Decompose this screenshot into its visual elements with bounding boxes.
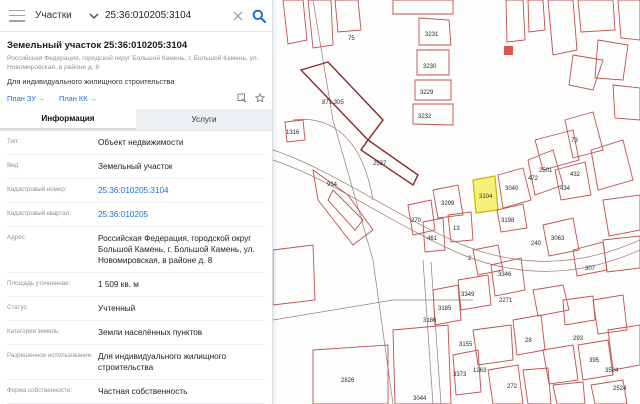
plot-num-2271: 2271	[499, 298, 513, 304]
property-row: Тип: Объект недвижимости	[7, 131, 265, 155]
plot-num-1263: 1263	[473, 368, 487, 374]
search-bar: Участки 25:36:010205:3104	[0, 0, 272, 32]
plot-num-293: 293	[573, 336, 584, 342]
plot-num-2524: 2524	[613, 386, 627, 392]
property-label: Тип:	[7, 138, 20, 145]
property-label: Кадастровый номер:	[7, 186, 67, 193]
arrow-right-icon: →	[38, 95, 46, 103]
cadastral-quarter-link[interactable]: 25:36:010205	[98, 209, 265, 220]
property-value: Частная собственность	[98, 387, 188, 396]
plot-num-432: 432	[570, 172, 581, 178]
plot-num-461: 461	[427, 236, 438, 242]
plot-num-240: 240	[531, 241, 542, 247]
plot-num-3232: 3232	[418, 114, 432, 120]
property-row: Категория земель: Земли населённых пункт…	[7, 321, 265, 345]
plot-num-871305: 871 305	[322, 100, 344, 106]
property-row: Кадастровый квартал: 25:36:010205	[7, 203, 265, 227]
property-value: Земельный участок	[98, 162, 173, 171]
plot-num-3524: 3524	[605, 368, 619, 374]
property-value: Земли населённых пунктов	[98, 328, 203, 337]
property-value: Для индивидуального жилищного строительс…	[98, 352, 227, 372]
plot-num-3349: 3349	[461, 292, 475, 298]
property-row: Вид: Земельный участок	[7, 155, 265, 179]
property-value: Объект недвижимости	[98, 138, 184, 147]
plot-num-3185: 3185	[438, 306, 452, 312]
property-value: Российская Федерация, городской округ Бо…	[98, 234, 255, 265]
search-icon[interactable]	[252, 9, 266, 23]
search-type-select[interactable]: Участки	[35, 10, 89, 21]
plot-num-307: 307	[585, 266, 596, 272]
property-label: Категория земель:	[7, 328, 60, 335]
property-label: Статус:	[7, 304, 29, 311]
plot-num-3299: 3299	[441, 201, 455, 207]
map-canvas[interactable]: 75 3231 3230 3229 3232 871 305 2537 934 …	[273, 0, 640, 404]
property-value: 1 509 кв. м	[98, 280, 139, 289]
plot-num-2: 2	[468, 256, 472, 262]
property-row: Форма собственности: Частная собственнос…	[7, 380, 265, 404]
plot-num-3104: 3104	[479, 194, 493, 200]
plot-num-3198: 3198	[501, 218, 515, 224]
property-label: Разрешенное использование:	[7, 352, 93, 359]
tab-services[interactable]: Услуги	[136, 109, 272, 130]
property-row: Разрешенное использование: Для индивидуа…	[7, 345, 265, 380]
plot-num-3155: 3155	[459, 342, 473, 348]
plot-num-3186: 3186	[423, 318, 437, 324]
plan-kk-label: План КК	[59, 93, 88, 103]
plot-num-3063: 3063	[551, 236, 565, 242]
arrow-right-icon: →	[89, 95, 97, 103]
plot-num-2537: 2537	[373, 161, 387, 167]
plot-num-2501: 2501	[539, 168, 553, 174]
search-input[interactable]: 25:36:010205:3104	[105, 10, 232, 21]
property-value: Учтенный	[98, 304, 136, 313]
object-address: Российская Федерация, городской округ Бо…	[7, 55, 259, 71]
plot-num-3229: 3229	[420, 90, 434, 96]
cadastral-number-link[interactable]: 25:36:010205:3104	[98, 185, 265, 196]
property-label: Кадастровый квартал:	[7, 210, 72, 217]
plan-zu-link[interactable]: План ЗУ →	[7, 94, 45, 103]
close-icon[interactable]	[232, 10, 244, 22]
property-row: Кадастровый номер: 25:36:010205:3104	[7, 179, 265, 203]
plot-num-270: 270	[411, 218, 422, 224]
plot-num-3230: 3230	[423, 64, 437, 70]
property-label: Адрес:	[7, 234, 27, 241]
chevron-down-icon[interactable]	[89, 12, 99, 20]
property-row: Статус: Учтенный	[7, 297, 265, 321]
property-row: Площадь уточненная: 1 509 кв. м	[7, 273, 265, 297]
tab-bar: Информация Услуги	[0, 109, 272, 131]
plot-num-75: 75	[348, 36, 355, 42]
star-icon[interactable]	[255, 93, 265, 103]
info-panel: Участки 25:36:010205:3104 Земельный учас…	[0, 0, 273, 404]
properties-list: Тип: Объект недвижимости Вид: Земельный …	[0, 131, 272, 404]
plot-num-28: 28	[525, 338, 532, 344]
property-label: Площадь уточненная:	[7, 280, 71, 287]
property-label: Вид:	[7, 162, 20, 169]
property-row: Адрес: Российская Федерация, городской о…	[7, 227, 265, 273]
plot-num-395: 395	[589, 358, 600, 364]
print-icon[interactable]	[237, 93, 247, 103]
plot-num-13: 13	[453, 226, 460, 232]
plot-num-434: 434	[560, 186, 571, 192]
menu-icon[interactable]	[9, 9, 25, 22]
plot-num-934: 934	[327, 182, 338, 188]
plot-num-1316: 1316	[286, 130, 300, 136]
plot-num-3231: 3231	[425, 32, 439, 38]
plot-num-3346: 3346	[498, 272, 512, 278]
plot-num-3373: 3373	[453, 372, 467, 378]
plan-kk-link[interactable]: План КК →	[59, 94, 97, 103]
cadastral-map[interactable]: 75 3231 3230 3229 3232 871 305 2537 934 …	[273, 0, 640, 404]
object-header: Земельный участок 25:36:010205:3104 Росс…	[0, 32, 272, 104]
plot-num-3044: 3044	[413, 396, 427, 402]
plot-num-272: 272	[507, 384, 518, 390]
plot-num-3040: 3040	[505, 186, 519, 192]
tab-information[interactable]: Информация	[0, 109, 136, 130]
page-title: Земельный участок 25:36:010205:3104	[7, 40, 188, 51]
plot-num-2826: 2826	[341, 378, 355, 384]
plot-num-73: 73	[571, 138, 578, 144]
object-purpose: Для индивидуального жилищного строительс…	[7, 77, 175, 86]
property-label: Форма собственности:	[7, 387, 73, 394]
plan-zu-label: План ЗУ	[7, 93, 36, 103]
plot-num-472: 472	[528, 176, 539, 182]
